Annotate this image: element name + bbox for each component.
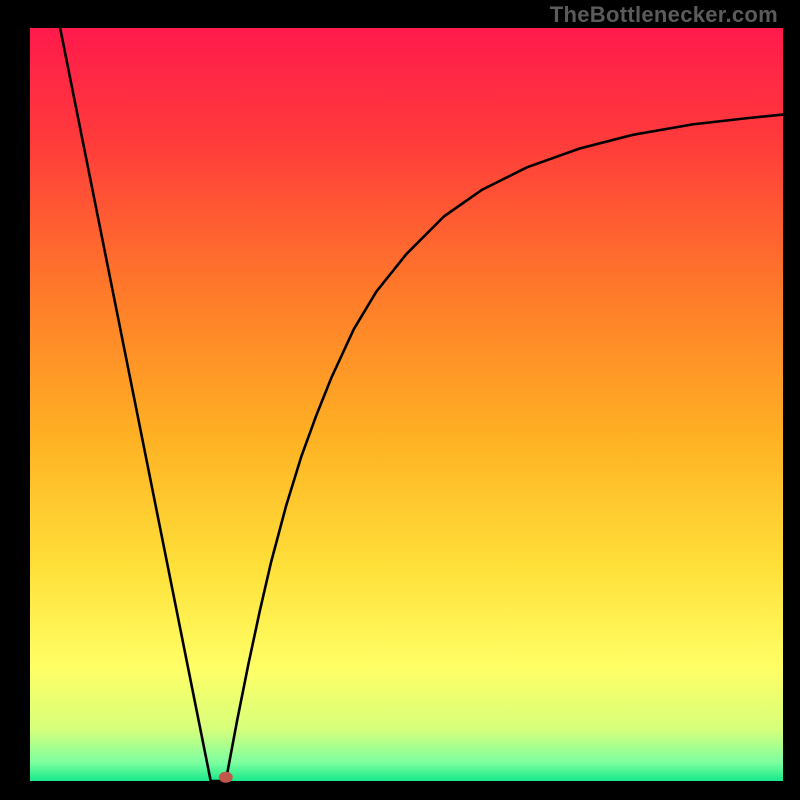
bottleneck-chart — [0, 0, 800, 800]
plot-background-gradient — [30, 28, 783, 781]
optimal-point-marker — [219, 772, 233, 783]
chart-frame: TheBottlenecker.com — [0, 0, 800, 800]
watermark-text: TheBottlenecker.com — [550, 2, 778, 28]
